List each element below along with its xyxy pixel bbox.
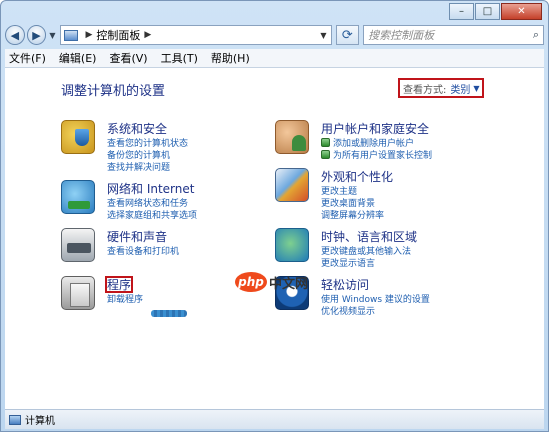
network-icon[interactable]	[61, 180, 95, 214]
breadcrumb-separator-icon[interactable]: ▶	[144, 30, 151, 40]
category-network-internet: 网络和 Internet 查看网络状态和任务 选择家庭组和共享选项	[61, 180, 291, 235]
category-system-security: 系统和安全 查看您的计算机状态 备份您的计算机 查找并解决问题	[61, 120, 291, 175]
link-change-theme[interactable]: 更改主题	[321, 186, 384, 198]
menu-tools[interactable]: 工具(T)	[161, 50, 198, 66]
link-network-status[interactable]: 查看网络状态和任务	[107, 198, 197, 210]
computer-icon	[9, 414, 21, 425]
watermark-logo: php	[235, 272, 267, 292]
appearance-icon[interactable]	[275, 168, 309, 202]
highlight-box	[105, 276, 133, 293]
menu-bar: 文件(F) 编辑(E) 查看(V) 工具(T) 帮助(H)	[5, 49, 544, 68]
address-dropdown-icon[interactable]: ▼	[317, 31, 331, 40]
page-title: 调整计算机的设置	[61, 84, 166, 99]
programs-icon[interactable]	[61, 276, 95, 310]
link-devices-printers[interactable]: 查看设备和打印机	[107, 246, 179, 258]
maximize-button[interactable]: □	[475, 3, 500, 20]
address-bar[interactable]: ▶ 控制面板 ▶ ▼	[59, 25, 332, 45]
watermark: php 中文网	[235, 272, 308, 292]
shield-icon[interactable]	[61, 120, 95, 154]
menu-file[interactable]: 文件(F)	[9, 50, 46, 66]
link-homegroup-sharing[interactable]: 选择家庭组和共享选项	[107, 210, 197, 222]
view-by-selector[interactable]: 查看方式: 类别 ▼	[398, 78, 484, 98]
users-icon[interactable]	[275, 120, 309, 154]
control-panel-icon	[63, 29, 78, 41]
shield-mini-icon	[321, 138, 330, 147]
close-button[interactable]: ✕	[501, 3, 542, 20]
forward-arrow-icon[interactable]: ▶	[26, 25, 47, 45]
category-user-accounts: 用户帐户和家庭安全 添加或删除用户帐户 为所有用户设置家长控制	[275, 120, 505, 175]
content-area: 调整计算机的设置 查看方式: 类别 ▼ 系统和安全 查看您的计算机状态 备份您的…	[5, 68, 544, 409]
caption-buttons: – □ ✕	[449, 3, 542, 20]
link-backup-computer[interactable]: 备份您的计算机	[107, 150, 188, 162]
link-view-computer-status[interactable]: 查看您的计算机状态	[107, 138, 188, 150]
shield-mini-icon	[321, 150, 330, 159]
link-adjust-resolution[interactable]: 调整屏幕分辨率	[321, 210, 384, 222]
link-change-display-language[interactable]: 更改显示语言	[321, 258, 411, 270]
link-parental-controls[interactable]: 为所有用户设置家长控制	[321, 150, 432, 162]
link-change-keyboard[interactable]: 更改键盘或其他输入法	[321, 246, 411, 258]
refresh-button[interactable]: ⟳	[335, 25, 360, 45]
menu-help[interactable]: 帮助(H)	[211, 50, 250, 66]
category-clock-language-region: 时钟、语言和区域 更改键盘或其他输入法 更改显示语言	[275, 228, 505, 283]
link-change-background[interactable]: 更改桌面背景	[321, 198, 384, 210]
search-placeholder: 搜索控制面板	[368, 29, 435, 42]
view-by-label: 查看方式:	[403, 84, 447, 96]
breadcrumb-separator-icon[interactable]: ▶	[86, 30, 93, 40]
control-panel-window: – □ ✕ ◀ ▶ ▼ ▶ 控制面板 ▶ ▼ ⟳ 搜索控制面板 ⌕ 文件(F) …	[0, 0, 549, 432]
category-ease-of-access: 轻松访问 使用 Windows 建议的设置 优化视频显示	[275, 276, 505, 331]
watermark-text: 中文网	[269, 276, 309, 292]
link-recommended-settings[interactable]: 使用 Windows 建议的设置	[321, 294, 430, 306]
menu-edit[interactable]: 编辑(E)	[59, 50, 97, 66]
category-appearance: 外观和个性化 更改主题 更改桌面背景 调整屏幕分辨率	[275, 168, 505, 223]
category-title[interactable]: 系统和安全	[107, 120, 167, 137]
category-title[interactable]: 轻松访问	[321, 276, 369, 293]
printer-icon[interactable]	[61, 228, 95, 262]
redaction-scribble	[151, 310, 187, 317]
search-input[interactable]: 搜索控制面板 ⌕	[363, 25, 544, 45]
clock-icon[interactable]	[275, 228, 309, 262]
breadcrumb-control-panel[interactable]: 控制面板	[96, 27, 140, 43]
address-row: ◀ ▶ ▼ ▶ 控制面板 ▶ ▼ ⟳ 搜索控制面板 ⌕	[5, 23, 544, 47]
status-bar: 计算机	[5, 409, 544, 429]
view-by-value[interactable]: 类别	[450, 81, 470, 96]
minimize-button[interactable]: –	[449, 3, 474, 20]
search-icon[interactable]: ⌕	[533, 28, 539, 42]
category-title[interactable]: 时钟、语言和区域	[321, 228, 417, 245]
recent-pages-dropdown[interactable]: ▼	[49, 31, 55, 40]
back-arrow-icon[interactable]: ◀	[5, 25, 25, 45]
category-title[interactable]: 外观和个性化	[321, 168, 393, 185]
menu-view[interactable]: 查看(V)	[109, 50, 147, 66]
category-title[interactable]: 网络和 Internet	[107, 180, 194, 197]
link-uninstall-program[interactable]: 卸载程序	[107, 294, 143, 306]
link-find-fix-problems[interactable]: 查找并解决问题	[107, 162, 188, 174]
link-add-remove-accounts[interactable]: 添加或删除用户帐户	[321, 138, 432, 150]
link-optimize-display[interactable]: 优化视频显示	[321, 306, 430, 318]
category-title[interactable]: 硬件和声音	[107, 228, 167, 245]
chevron-down-icon[interactable]: ▼	[473, 84, 479, 93]
status-text: 计算机	[25, 416, 55, 427]
category-title[interactable]: 用户帐户和家庭安全	[321, 120, 429, 137]
